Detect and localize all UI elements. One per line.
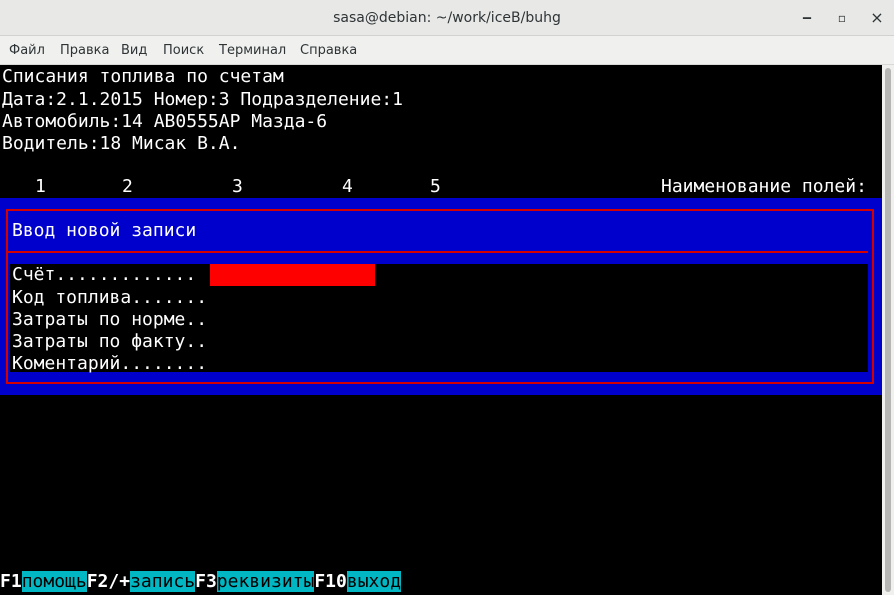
function-key-bar: F1помощьF2/+записьF3реквизитыF10выход [0,571,402,593]
fields-caption: Наименование полей: [661,176,867,197]
minimize-button[interactable]: ‒ [795,6,819,30]
fkey-f1: F1 [0,571,22,592]
column-number: 2 [122,176,133,197]
column-number: 4 [342,176,353,197]
fkey-help-label[interactable]: помощь [21,571,87,592]
menu-file[interactable]: Файл [9,36,45,65]
field-label-account: Счёт............. [12,264,197,285]
date-line: Дата:2.1.2015 Номер:3 Подразделение:1 [2,89,403,110]
fkey-details-label[interactable]: реквизиты [216,571,315,592]
report-title: Списания топлива по счетам [2,66,284,87]
fkey-f2: F2/+ [86,571,131,592]
column-number: 1 [35,176,46,197]
account-input[interactable] [210,264,375,286]
menu-edit[interactable]: Правка [60,36,109,65]
fkey-f10: F10 [314,571,347,592]
dialog-title: Ввод новой записи [12,220,197,241]
title-bar[interactable]: sasa@debian: ~/work/iceB/buhg ‒ ▫ × [0,0,894,36]
field-label-comment: Коментарий........ [12,353,208,374]
field-label-fuel-code: Код топлива....... [12,287,208,308]
window-title: sasa@debian: ~/work/iceB/buhg [333,10,561,26]
menu-terminal[interactable]: Терминал [219,36,286,65]
menu-help[interactable]: Справка [300,36,357,65]
vertical-scrollbar[interactable] [882,65,894,595]
car-line: Автомобиль:14 AB0555AP Мазда-6 [2,111,328,132]
dialog-divider [6,251,868,253]
maximize-button[interactable]: ▫ [830,6,854,30]
close-button[interactable]: × [865,6,889,30]
field-label-actual-cost: Затраты по факту.. [12,331,208,352]
column-number: 3 [232,176,243,197]
column-number: 5 [430,176,441,197]
menu-search[interactable]: Поиск [163,36,204,65]
fkey-exit-label[interactable]: выход [346,571,402,592]
menu-bar: Файл Правка Вид Поиск Терминал Справка [0,36,894,65]
fkey-save-label[interactable]: запись [130,571,196,592]
menu-view[interactable]: Вид [121,36,147,65]
terminal-area[interactable]: Списания топлива по счетам Дата:2.1.2015… [0,65,882,595]
fkey-f3: F3 [195,571,217,592]
field-label-norm-cost: Затраты по норме.. [12,309,208,330]
terminal-window: sasa@debian: ~/work/iceB/buhg ‒ ▫ × Файл… [0,0,894,595]
scrollbar-thumb[interactable] [885,68,891,592]
driver-line: Водитель:18 Мисак В.А. [2,133,241,154]
